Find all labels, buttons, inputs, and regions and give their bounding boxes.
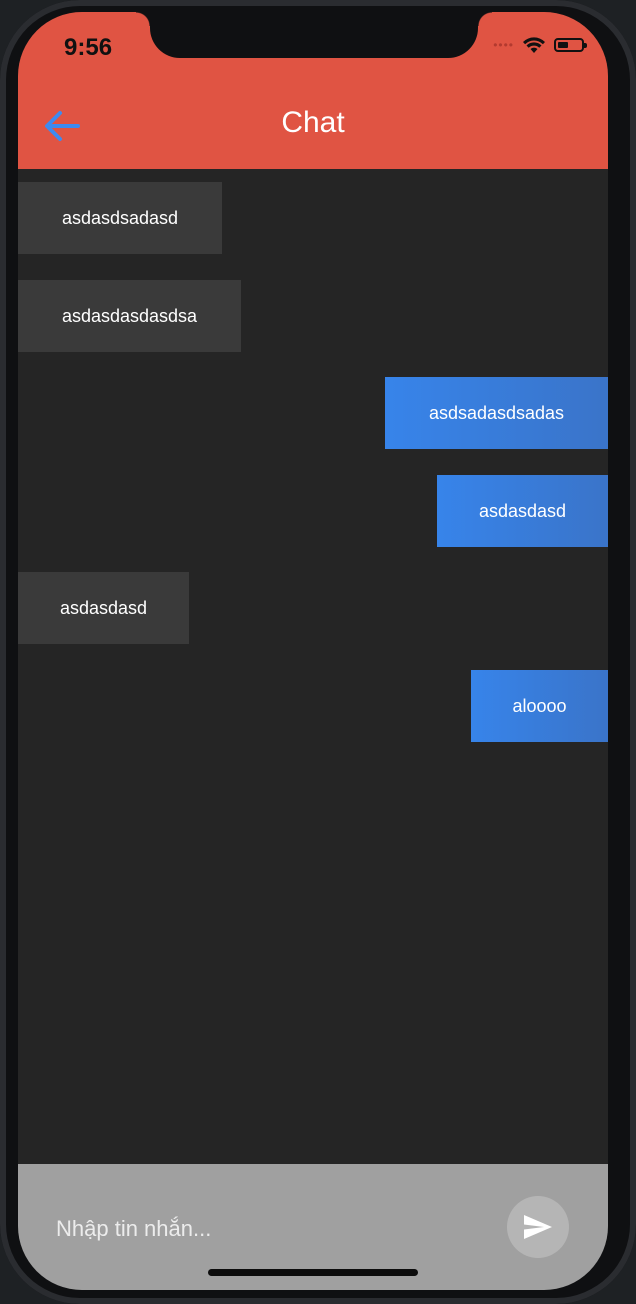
message-bubble-incoming[interactable]: asdasdasdasdsa — [18, 280, 241, 352]
message-bubble-incoming[interactable]: asdasdsadasd — [18, 182, 222, 254]
send-button[interactable] — [507, 1196, 569, 1258]
signal-dots-icon: •••• — [493, 38, 514, 52]
battery-icon — [554, 38, 587, 52]
device-notch — [136, 12, 492, 58]
send-icon — [524, 1215, 552, 1239]
home-indicator[interactable] — [208, 1269, 418, 1276]
chat-screen: 9:56 •••• Chat asdasdsadasd asdasdasdasd… — [18, 12, 608, 1290]
page-title: Chat — [281, 106, 345, 139]
status-icons: •••• — [493, 36, 587, 54]
wifi-icon — [523, 37, 545, 53]
status-time: 9:56 — [64, 34, 113, 61]
message-bubble-incoming[interactable]: asdasdasd — [18, 572, 189, 644]
message-input[interactable] — [54, 1210, 478, 1248]
message-bubble-outgoing[interactable]: asdasdasd — [437, 475, 608, 547]
app-bar: 9:56 •••• Chat — [18, 12, 608, 169]
message-bubble-outgoing[interactable]: aloooo — [471, 670, 608, 742]
message-bubble-outgoing[interactable]: asdsadasdsadas — [385, 377, 608, 449]
phone-frame: 9:56 •••• Chat asdasdsadasd asdasdasdasd… — [0, 0, 636, 1304]
